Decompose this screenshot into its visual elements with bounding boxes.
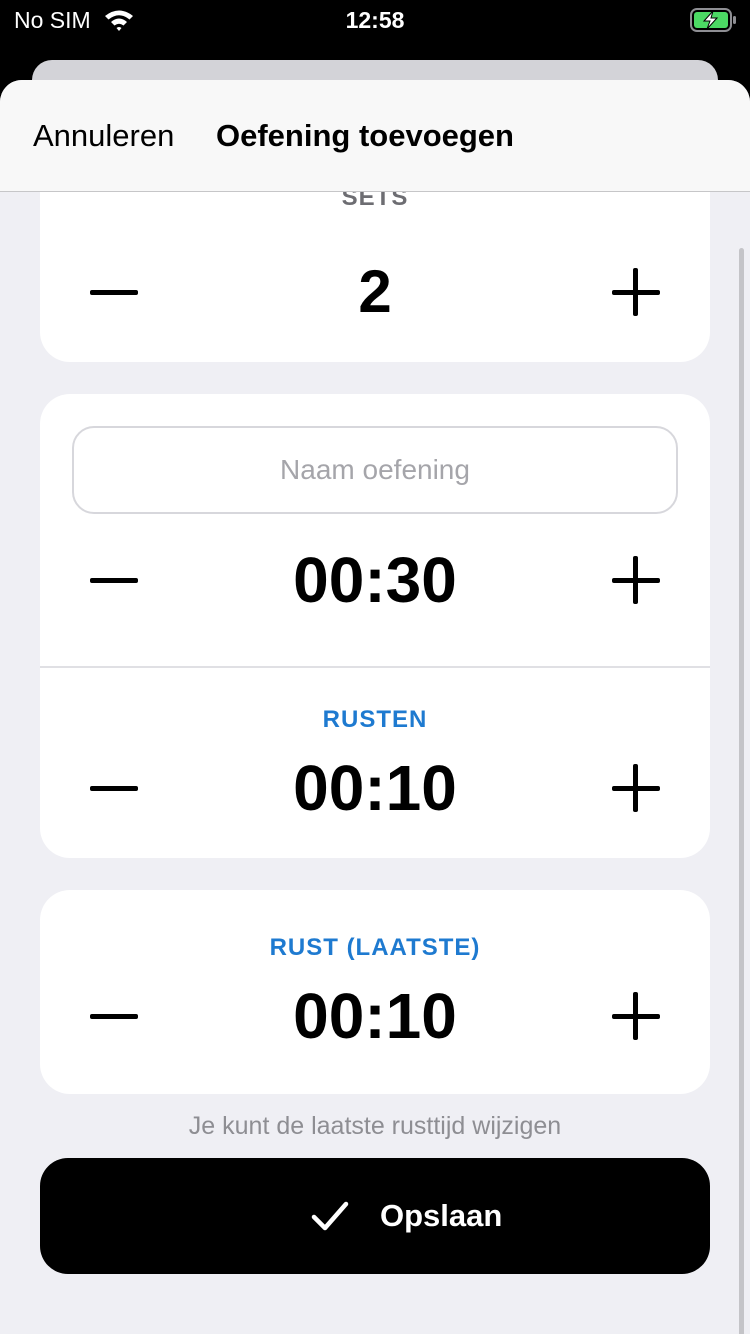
- save-label: Opslaan: [380, 1198, 503, 1233]
- page-title: Oefening toevoegen: [216, 118, 514, 153]
- last-rest-stepper: 00:10: [40, 976, 710, 1056]
- scroll-indicator[interactable]: [739, 248, 744, 1334]
- duration-stepper: 00:30: [40, 540, 710, 620]
- cancel-button[interactable]: Annuleren: [33, 118, 174, 154]
- nav-bar: Annuleren Oefening toevoegen: [0, 80, 750, 192]
- rest-decrement-button[interactable]: [90, 748, 138, 828]
- status-time: 12:58: [345, 7, 405, 33]
- rest-label: RUSTEN: [322, 706, 428, 733]
- exercise-card: 00:30 RUSTEN 00:10: [40, 394, 710, 858]
- last-rest-value: 00:10: [293, 980, 457, 1052]
- last-rest-card: RUST (LAATSTE) 00:10: [40, 890, 710, 1094]
- last-rest-increment-button[interactable]: [612, 976, 660, 1056]
- add-exercise-sheet: Annuleren Oefening toevoegen SETS 2 00:3…: [0, 80, 750, 1334]
- exercise-name-input[interactable]: [72, 426, 678, 514]
- sets-stepper: 2: [40, 252, 710, 332]
- sets-value: 2: [358, 258, 392, 325]
- sets-decrement-button[interactable]: [90, 252, 138, 332]
- last-rest-decrement-button[interactable]: [90, 976, 138, 1056]
- rest-increment-button[interactable]: [612, 748, 660, 828]
- duration-decrement-button[interactable]: [90, 540, 138, 620]
- last-rest-label: RUST (LAATSTE): [269, 934, 481, 961]
- rest-stepper: 00:10: [40, 748, 710, 828]
- status-bar: No SIM 12:58: [0, 0, 750, 44]
- battery-charging-icon: [690, 8, 736, 32]
- hint-text: Je kunt de laatste rusttijd wijzigen: [188, 1112, 562, 1140]
- save-button[interactable]: Opslaan: [40, 1158, 710, 1274]
- checkmark-icon: [311, 1201, 349, 1231]
- divider: [40, 666, 710, 668]
- sets-increment-button[interactable]: [612, 252, 660, 332]
- duration-increment-button[interactable]: [612, 540, 660, 620]
- rest-value: 00:10: [293, 752, 457, 824]
- duration-value: 00:30: [293, 544, 457, 616]
